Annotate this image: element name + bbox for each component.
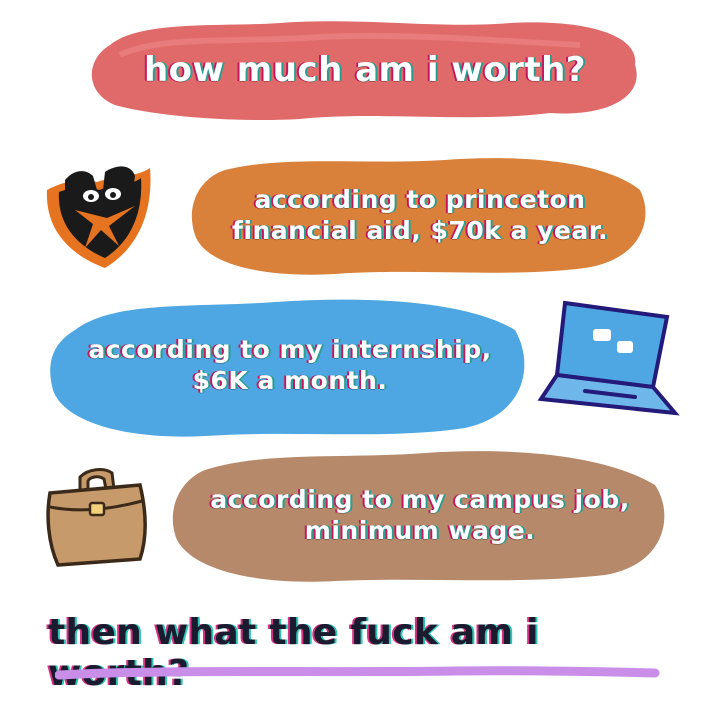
internship-bubble: according to my internship, $6K a month. [45, 290, 535, 440]
internship-text: according to my internship, $6K a month. [88, 334, 491, 397]
princeton-text: according to princeton financial aid, $7… [232, 184, 608, 247]
internship-line-1: according to my internship, [88, 334, 492, 364]
campus-line-2: minimum wage. [304, 516, 536, 545]
princeton-line-1: according to princeton [254, 184, 586, 214]
internship-line-2: $6K a month. [192, 366, 388, 395]
briefcase-icon [46, 468, 148, 567]
princeton-line-2: financial aid, $70k a year. [232, 216, 608, 245]
campus-job-text: according to my campus job, minimum wage… [210, 484, 629, 547]
campus-job-bubble: according to my campus job, minimum wage… [165, 445, 675, 585]
closing-underline [55, 666, 660, 680]
tiger-shield-icon [46, 166, 151, 268]
princeton-bubble: according to princeton financial aid, $7… [185, 150, 655, 280]
laptop-icon [537, 300, 680, 416]
campus-line-1: according to my campus job, [210, 484, 630, 514]
question-bubble: how much am i worth? [80, 15, 650, 125]
question-text: how much am i worth? [143, 49, 587, 90]
